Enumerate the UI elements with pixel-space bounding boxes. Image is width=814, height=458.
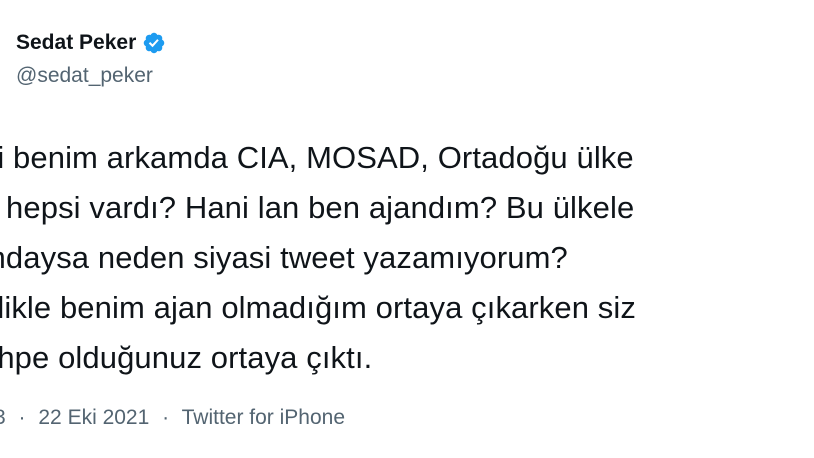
tweet-text-line: elikle benim ajan olmadığım ortaya çıkar… xyxy=(0,290,636,325)
tweet-metadata: 3 · 22 Eki 2021 · Twitter for iPhone xyxy=(0,406,345,430)
tweet-text: ni benim arkamda CIA, MOSAD, Ortadoğu ül… xyxy=(0,133,814,383)
author-handle[interactable]: @sedat_peker xyxy=(16,64,166,88)
verified-badge-icon xyxy=(142,31,166,55)
tweet-source-link[interactable]: Twitter for iPhone xyxy=(182,406,345,429)
tweet-card: Sedat Peker @sedat_peker ni benim arkamd… xyxy=(0,0,814,458)
tweet-author[interactable]: Sedat Peker @sedat_peker xyxy=(16,28,166,88)
tweet-time[interactable]: 3 xyxy=(0,406,6,429)
tweet-text-line: mdaysa neden siyasi tweet yazamıyorum? xyxy=(0,240,568,275)
tweet-text-line: ni benim arkamda CIA, MOSAD, Ortadoğu ül… xyxy=(0,140,634,175)
tweet-text-line: n hepsi vardı? Hani lan ben ajandım? Bu … xyxy=(0,190,635,225)
tweet-date[interactable]: 22 Eki 2021 xyxy=(38,406,149,429)
author-name-row: Sedat Peker xyxy=(16,28,166,58)
author-display-name[interactable]: Sedat Peker xyxy=(16,31,136,55)
meta-separator: · xyxy=(18,406,26,429)
tweet-text-line: ahpe olduğunuz ortaya çıktı. xyxy=(0,340,373,375)
meta-separator: · xyxy=(162,406,170,429)
